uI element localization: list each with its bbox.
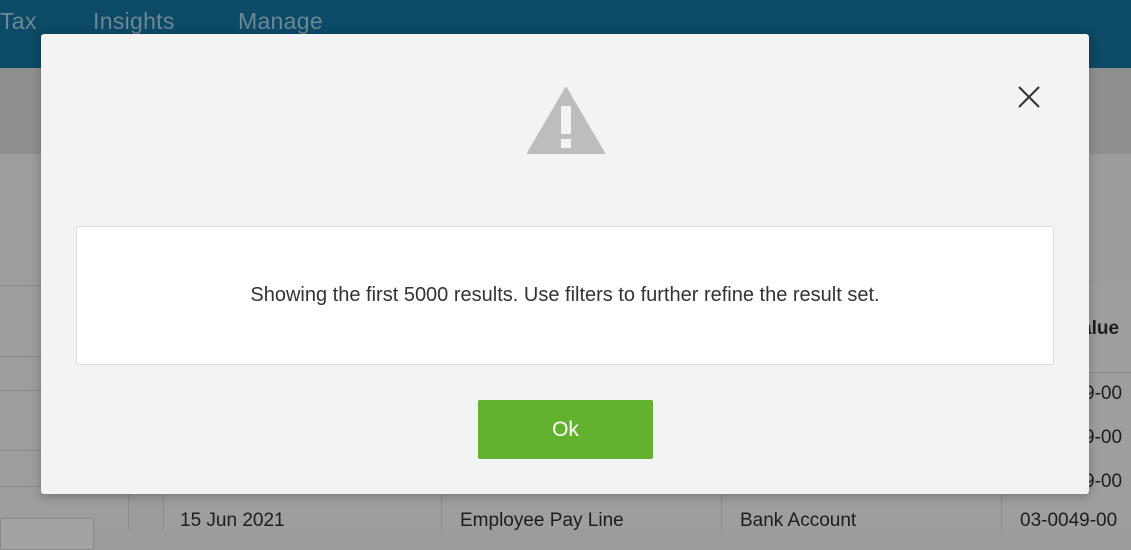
- table-cell-value: 03-0049-00: [1020, 510, 1118, 531]
- warning-triangle-icon: [526, 86, 606, 156]
- ok-button[interactable]: Ok: [478, 400, 653, 459]
- tab-manage[interactable]: Manage: [238, 8, 323, 35]
- dialog-message: Showing the first 5000 results. Use filt…: [250, 284, 880, 306]
- tab-tax[interactable]: Tax: [0, 8, 37, 35]
- message-box: Showing the first 5000 results. Use filt…: [76, 226, 1054, 365]
- result-limit-dialog: Showing the first 5000 results. Use filt…: [41, 34, 1089, 494]
- filter-input[interactable]: [0, 518, 94, 550]
- table-cell: 9-00: [1084, 383, 1123, 404]
- table-cell: 9-00: [1084, 471, 1123, 492]
- table-cell-date: 15 Jun 2021: [180, 510, 285, 531]
- table-cell-type: Employee Pay Line: [460, 510, 624, 531]
- table-cell: 9-00: [1084, 427, 1123, 448]
- table-cell-account: Bank Account: [740, 510, 857, 531]
- close-icon[interactable]: [1016, 84, 1042, 110]
- tab-insights[interactable]: Insights: [93, 8, 175, 35]
